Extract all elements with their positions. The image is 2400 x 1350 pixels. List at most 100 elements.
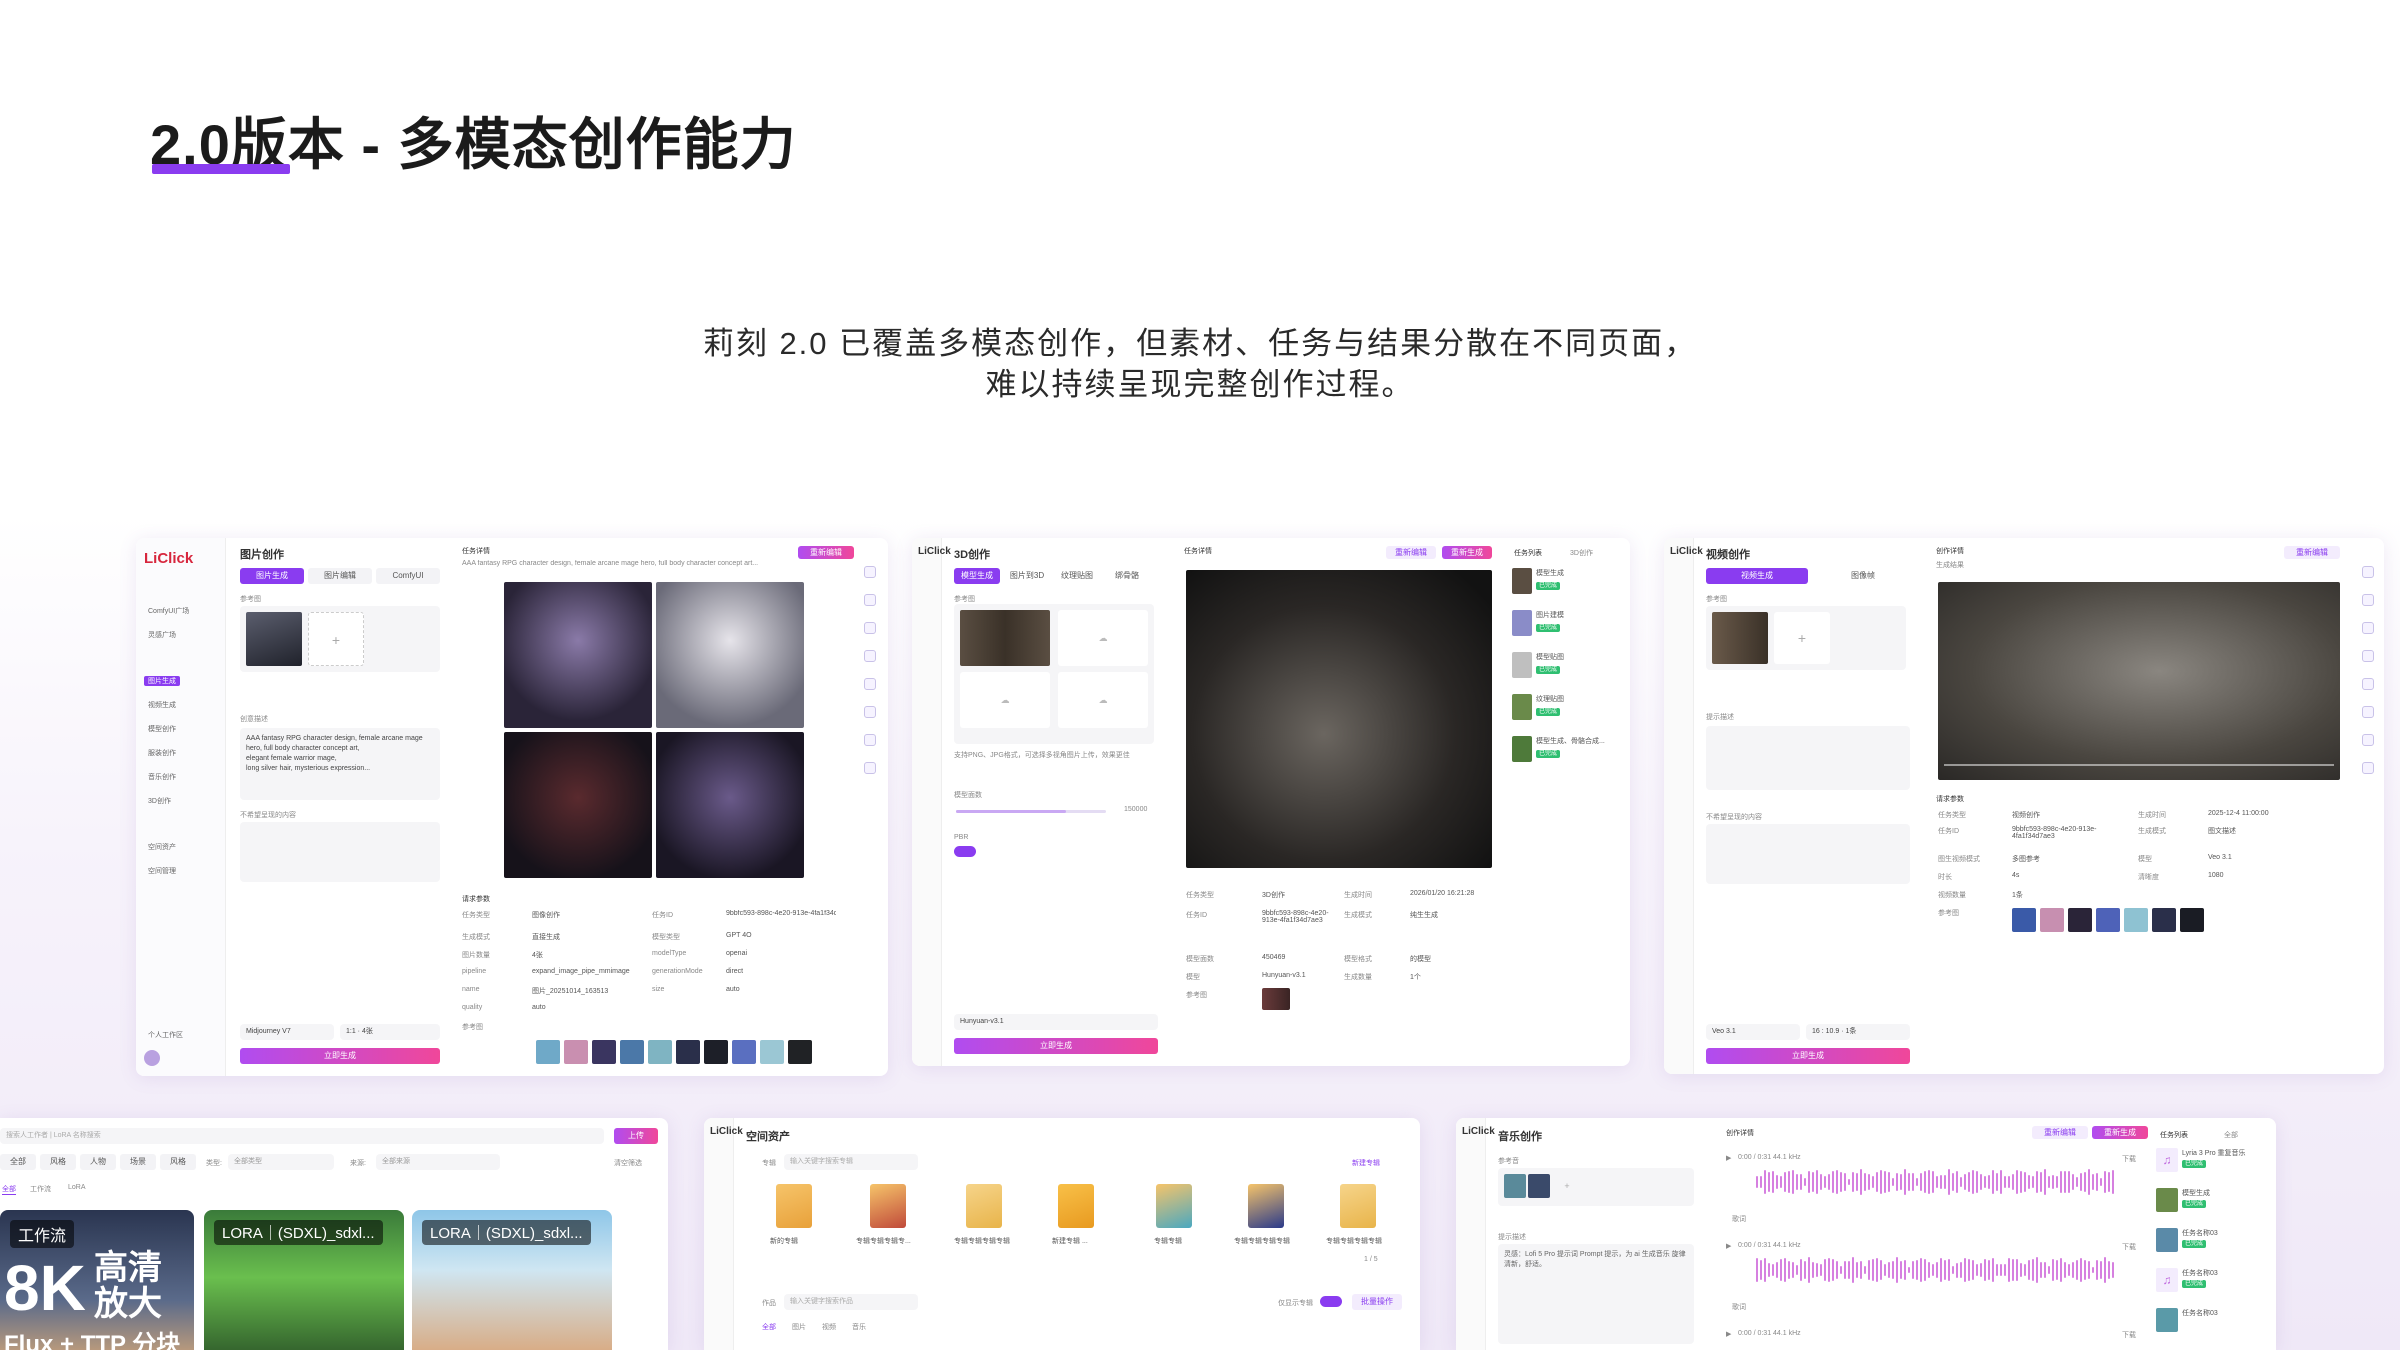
filter-chip[interactable]: 风格	[40, 1154, 76, 1170]
waveform[interactable]	[1756, 1256, 2114, 1284]
play-icon[interactable]: ▶	[1726, 1242, 1731, 1250]
ref-thumb[interactable]	[676, 1040, 700, 1064]
workspace-switch[interactable]: 个人工作区	[148, 1030, 183, 1040]
pbr-toggle[interactable]	[954, 846, 976, 857]
ref-thumb[interactable]	[2124, 908, 2148, 932]
generate-button[interactable]: 立即生成	[240, 1048, 440, 1064]
tab-model-gen[interactable]: 模型生成	[954, 568, 1000, 584]
ref-thumb[interactable]	[1262, 988, 1290, 1010]
negative-input[interactable]	[1706, 824, 1910, 884]
side-tool-icon[interactable]	[864, 706, 876, 718]
nav-3d[interactable]: 3D创作	[148, 796, 171, 806]
download-button[interactable]: 下载	[2122, 1330, 2136, 1340]
new-album-button[interactable]: 新建专辑	[1352, 1158, 1380, 1168]
task-thumb[interactable]	[1512, 694, 1532, 720]
side-tool-icon[interactable]	[2362, 762, 2374, 774]
3d-model-viewer[interactable]	[1186, 570, 1492, 868]
regenerate-button[interactable]: 重新生成	[2092, 1126, 2148, 1139]
album-search-input[interactable]: 输入关键字搜索专辑	[784, 1154, 918, 1170]
reference-thumbnail[interactable]	[1712, 612, 1768, 664]
ref-thumb[interactable]	[648, 1040, 672, 1064]
folder-icon[interactable]	[966, 1184, 1002, 1228]
side-tool-icon[interactable]	[864, 622, 876, 634]
prompt-input[interactable]: AAA fantasy RPG character design, female…	[240, 728, 440, 800]
view-front-thumbnail[interactable]	[960, 610, 1050, 666]
task-filter-select[interactable]: 3D创作	[1570, 548, 1593, 558]
ref-thumb[interactable]	[2068, 908, 2092, 932]
play-icon[interactable]: ▶	[1726, 1330, 1731, 1338]
tab-comfyui[interactable]: ComfyUI	[376, 568, 440, 584]
model-select[interactable]: Hunyuan-v3.1	[954, 1014, 1158, 1030]
lyrics-toggle[interactable]: 歌词	[1732, 1302, 1746, 1312]
task-thumb[interactable]	[1512, 568, 1532, 594]
ref-thumb[interactable]	[704, 1040, 728, 1064]
folder-icon[interactable]	[1248, 1184, 1284, 1228]
tab-image-frame[interactable]: 图像帧	[1812, 568, 1914, 584]
download-button[interactable]: 下载	[2122, 1154, 2136, 1164]
ref-thumb[interactable]	[2040, 908, 2064, 932]
negative-input[interactable]	[240, 822, 440, 882]
ref-thumb[interactable]	[2180, 908, 2204, 932]
view-slot-icon[interactable]: ☁	[1058, 672, 1148, 728]
reference-thumbnail[interactable]	[246, 612, 302, 666]
video-progress[interactable]	[1944, 764, 2334, 766]
task-thumb[interactable]	[1512, 652, 1532, 678]
waveform[interactable]	[1756, 1168, 2114, 1196]
filter-chip[interactable]: 人物	[80, 1154, 116, 1170]
tab-all[interactable]: 全部	[762, 1322, 776, 1332]
add-reference-icon[interactable]: +	[1774, 612, 1830, 664]
ref-thumb[interactable]	[1504, 1174, 1526, 1198]
ref-thumb[interactable]	[2152, 908, 2176, 932]
add-reference-icon[interactable]: +	[308, 612, 364, 666]
ref-thumb[interactable]	[788, 1040, 812, 1064]
reedit-button[interactable]: 重新编辑	[798, 546, 854, 559]
view-slot-icon[interactable]: ☁	[960, 672, 1050, 728]
folder-icon[interactable]	[1156, 1184, 1192, 1228]
side-tool-icon[interactable]	[2362, 566, 2374, 578]
task-thumb[interactable]	[2156, 1228, 2178, 1252]
folder-icon[interactable]	[1058, 1184, 1094, 1228]
search-input[interactable]: 搜索人工作者 | LoRA 名称搜索	[0, 1128, 604, 1144]
side-tool-icon[interactable]	[864, 566, 876, 578]
works-search-input[interactable]: 输入关键字搜索作品	[784, 1294, 918, 1310]
nav-clothing[interactable]: 服装创作	[148, 748, 176, 758]
view-slot-icon[interactable]: ☁	[1058, 610, 1148, 666]
download-button[interactable]: 下载	[2122, 1242, 2136, 1252]
faces-slider[interactable]	[956, 810, 1106, 813]
music-note-icon[interactable]: ♫	[2156, 1268, 2178, 1292]
reedit-button[interactable]: 重新编辑	[2284, 546, 2340, 559]
filter-chip[interactable]: 风格	[160, 1154, 196, 1170]
ratio-select[interactable]: 16 : 10.9 · 1条	[1806, 1024, 1910, 1040]
ref-thumb[interactable]	[592, 1040, 616, 1064]
tab-image-gen[interactable]: 图片生成	[240, 568, 304, 584]
ref-thumb[interactable]	[2012, 908, 2036, 932]
tab-texture[interactable]: 纹理贴图	[1054, 568, 1100, 584]
nav-comfyui[interactable]: ComfyUI广场	[148, 606, 189, 616]
side-tool-icon[interactable]	[864, 594, 876, 606]
side-tool-icon[interactable]	[864, 762, 876, 774]
tab-image[interactable]: 图片	[792, 1322, 806, 1332]
nav-model[interactable]: 模型创作	[148, 724, 176, 734]
ref-thumb[interactable]	[620, 1040, 644, 1064]
clear-filter-button[interactable]: 清空筛选	[614, 1158, 642, 1168]
tab-rigging[interactable]: 绑骨骼	[1104, 568, 1150, 584]
ref-thumb[interactable]	[2096, 908, 2120, 932]
task-thumb[interactable]	[1512, 736, 1532, 762]
task-filter-select[interactable]: 全部	[2224, 1130, 2238, 1140]
tab-video[interactable]: 视频	[822, 1322, 836, 1332]
result-image-3[interactable]	[504, 732, 652, 878]
side-tool-icon[interactable]	[2362, 594, 2374, 606]
gallery-card-lora-1[interactable]: LORA｜(SDXL)_sdxl...	[204, 1210, 404, 1350]
result-image-2[interactable]	[656, 582, 804, 728]
ref-thumb[interactable]	[1528, 1174, 1550, 1198]
ref-thumb[interactable]	[760, 1040, 784, 1064]
video-player[interactable]	[1938, 582, 2340, 780]
folder-icon[interactable]	[870, 1184, 906, 1228]
filter-chip[interactable]: 全部	[0, 1154, 36, 1170]
batch-button[interactable]: 批量操作	[1352, 1294, 1402, 1310]
side-tool-icon[interactable]	[2362, 734, 2374, 746]
category-select[interactable]: 全部类型	[228, 1154, 334, 1170]
result-image-4[interactable]	[656, 732, 804, 878]
generate-button[interactable]: 立即生成	[1706, 1048, 1910, 1064]
folder-icon[interactable]	[776, 1184, 812, 1228]
